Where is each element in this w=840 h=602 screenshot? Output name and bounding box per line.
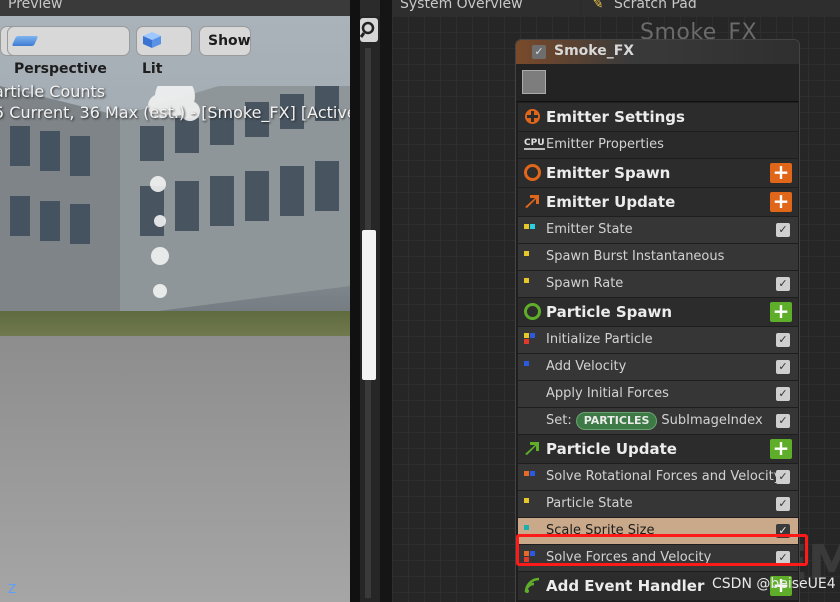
particle-spawn-icon	[524, 303, 541, 320]
initialize-particle-label: Initialize Particle	[546, 332, 653, 347]
particle-counts-title: article Counts	[0, 82, 106, 101]
highlight-outline	[516, 534, 808, 566]
emitter-state-label: Emitter State	[546, 222, 633, 237]
panel-divider	[380, 0, 392, 602]
scrollbar-thumb[interactable]	[362, 230, 376, 380]
module-color-dots	[524, 359, 538, 375]
spawn-rate-label: Spawn Rate	[546, 276, 624, 291]
module-color-dots	[524, 249, 538, 265]
event-handler-icon	[524, 577, 540, 593]
tab-scratch-pad-label: Scratch Pad	[614, 0, 697, 12]
axis-gizmo: Z	[8, 582, 16, 596]
perspective-button[interactable]: Perspective	[7, 26, 130, 77]
particle-counts-value: 5 Current, 36 Max (est.) - [Smoke_FX] [A…	[0, 103, 350, 122]
section-emitter-settings[interactable]: Emitter Settings	[518, 103, 798, 131]
solve-rotational-checkbox[interactable]: ✓	[776, 470, 790, 484]
section-emitter-update[interactable]: Emitter Update +	[518, 188, 798, 216]
add-velocity-label: Add Velocity	[546, 359, 627, 374]
emitter-properties-label: Emitter Properties	[546, 137, 664, 152]
source-watermark: CSDN @beiseUE4	[712, 576, 836, 592]
row-set-subimageindex[interactable]: Set: PARTICLES SubImageIndex ✓	[518, 408, 798, 434]
module-color-dots	[524, 222, 538, 238]
add-emitter-spawn-module-button[interactable]: +	[770, 162, 792, 183]
panel-splitter[interactable]	[350, 0, 360, 602]
particle-update-label: Particle Update	[546, 440, 677, 458]
section-emitter-spawn[interactable]: Emitter Spawn +	[518, 159, 798, 187]
add-particle-update-module-button[interactable]: +	[770, 438, 792, 459]
axis-z-label: Z	[8, 582, 17, 596]
emitter-settings-icon	[525, 109, 540, 124]
tab-preview-label: Preview	[8, 0, 63, 12]
preview-viewport[interactable]: Perspective Lit Show article Counts 5 Cu…	[0, 16, 350, 602]
set-prefix: Set:	[546, 413, 572, 428]
module-color-dots	[524, 496, 538, 512]
spawn-burst-label: Spawn Burst Instantaneous	[546, 249, 725, 264]
emitter-update-label: Emitter Update	[546, 193, 676, 211]
lit-label: Lit	[142, 61, 163, 77]
emitter-state-checkbox[interactable]: ✓	[776, 223, 790, 237]
particle-state-checkbox[interactable]: ✓	[776, 497, 790, 511]
add-event-handler-label: Add Event Handler	[546, 577, 705, 595]
show-button[interactable]: Show	[199, 26, 251, 56]
emitter-spawn-icon	[524, 164, 541, 181]
section-particle-update[interactable]: Particle Update +	[518, 435, 798, 463]
set-parameter-label: Set: PARTICLES SubImageIndex	[546, 408, 763, 434]
emitter-settings-label: Emitter Settings	[546, 108, 685, 126]
row-initialize-particle[interactable]: Initialize Particle ✓	[518, 327, 798, 353]
spawn-rate-checkbox[interactable]: ✓	[776, 277, 790, 291]
lit-button[interactable]: Lit	[136, 26, 192, 77]
emitter-spawn-label: Emitter Spawn	[546, 164, 671, 182]
row-solve-rotational[interactable]: Solve Rotational Forces and Velocity ✓	[518, 464, 798, 490]
tab-bar: Preview System Overview ✎ Scratch Pad	[0, 0, 840, 16]
emitter-node-header[interactable]: ✓ Smoke_FX	[516, 40, 799, 64]
tab-system-overview-label: System Overview	[400, 0, 523, 12]
module-color-dots	[524, 469, 538, 485]
initialize-particle-checkbox[interactable]: ✓	[776, 333, 790, 347]
perspective-label: Perspective	[14, 61, 107, 77]
row-apply-initial-forces[interactable]: Apply Initial Forces ✓	[518, 381, 798, 407]
particles-namespace-pill: PARTICLES	[575, 412, 658, 430]
niagara-editor: Preview System Overview ✎ Scratch Pad Per…	[0, 0, 840, 602]
emitter-enable-checkbox[interactable]: ✓	[532, 45, 546, 59]
module-color-dots	[524, 332, 538, 348]
show-label: Show	[208, 33, 251, 49]
perspective-icon	[11, 36, 39, 46]
particle-spawn-label: Particle Spawn	[546, 303, 673, 321]
pencil-icon: ✎	[590, 0, 606, 13]
set-suffix: SubImageIndex	[661, 413, 763, 428]
row-particle-state[interactable]: Particle State ✓	[518, 491, 798, 517]
solve-rotational-label: Solve Rotational Forces and Velocity	[546, 469, 782, 484]
particle-state-label: Particle State	[546, 496, 633, 511]
building-backdrop	[0, 86, 350, 336]
add-velocity-checkbox[interactable]: ✓	[776, 360, 790, 374]
row-add-velocity[interactable]: Add Velocity ✓	[518, 354, 798, 380]
emitter-stack: Emitter Settings CPU Emitter Properties …	[518, 103, 798, 601]
emitter-node-title: Smoke_FX	[554, 43, 635, 59]
tab-preview[interactable]: Preview	[0, 0, 350, 16]
section-particle-spawn[interactable]: Particle Spawn +	[518, 298, 798, 326]
add-particle-spawn-module-button[interactable]: +	[770, 301, 792, 322]
apply-initial-forces-checkbox[interactable]: ✓	[776, 387, 790, 401]
particle-update-arrow-icon	[525, 442, 539, 455]
row-spawn-rate[interactable]: Spawn Rate ✓	[518, 271, 798, 297]
module-color-dots	[524, 276, 538, 292]
tab-system-overview[interactable]: System Overview	[392, 0, 580, 16]
add-emitter-update-module-button[interactable]: +	[770, 191, 792, 212]
search-icon[interactable]	[359, 18, 378, 42]
row-emitter-state[interactable]: Emitter State ✓	[518, 217, 798, 243]
ground-plane	[0, 336, 350, 602]
cpu-icon: CPU	[524, 138, 545, 150]
lit-cube-icon	[143, 32, 161, 48]
apply-initial-forces-label: Apply Initial Forces	[546, 386, 669, 401]
emitter-thumbnail[interactable]	[522, 70, 546, 94]
row-spawn-burst[interactable]: Spawn Burst Instantaneous	[518, 244, 798, 270]
set-subimageindex-checkbox[interactable]: ✓	[776, 414, 790, 428]
row-emitter-properties[interactable]: CPU Emitter Properties	[518, 132, 798, 158]
emitter-thumbnail-row	[516, 64, 799, 102]
emitter-update-arrow-icon	[525, 195, 539, 208]
tab-scratch-pad[interactable]: ✎ Scratch Pad	[582, 0, 840, 16]
emitter-node[interactable]: ✓ Smoke_FX Emitter Settings CPU Emitter …	[515, 39, 800, 602]
